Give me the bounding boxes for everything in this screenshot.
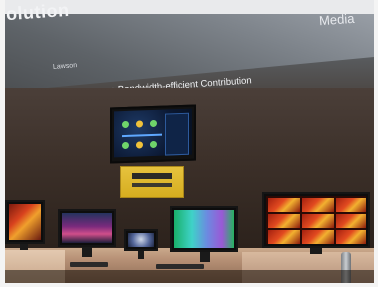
floor-shadow: [5, 270, 374, 283]
tablet-display: [124, 229, 158, 251]
monitor-multiview-screen: [266, 196, 366, 244]
tv-info-panel: [165, 112, 189, 156]
tablet-stand: [138, 251, 144, 259]
monitor-second-stand: [82, 247, 92, 257]
tablet-screen: [128, 233, 154, 247]
banner-media-label: Media: [318, 10, 355, 29]
monitor-center-screen: [174, 210, 234, 248]
monitor-center-stand: [200, 252, 210, 262]
encoder-device-box: [120, 166, 184, 198]
photo-scene: olution Media Lawson Low Latency, Bandwi…: [0, 0, 378, 287]
monitor-left-stand: [20, 244, 28, 250]
monitor-multiview: [262, 192, 370, 248]
tv-screen: [114, 108, 192, 158]
wall-mounted-tv: [110, 104, 196, 164]
monitor-center: [170, 206, 238, 252]
banner-title-fragment: olution: [5, 0, 71, 25]
keyboard-2: [156, 264, 204, 269]
rack-device: [132, 173, 172, 179]
monitor-left-screen: [9, 204, 41, 240]
rack-device-2: [132, 183, 172, 187]
keyboard-1: [70, 262, 108, 267]
monitor-second: [58, 209, 116, 247]
monitor-left: [5, 200, 45, 244]
monitor-second-screen: [62, 213, 112, 243]
monitor-multiview-stand: [310, 248, 322, 254]
